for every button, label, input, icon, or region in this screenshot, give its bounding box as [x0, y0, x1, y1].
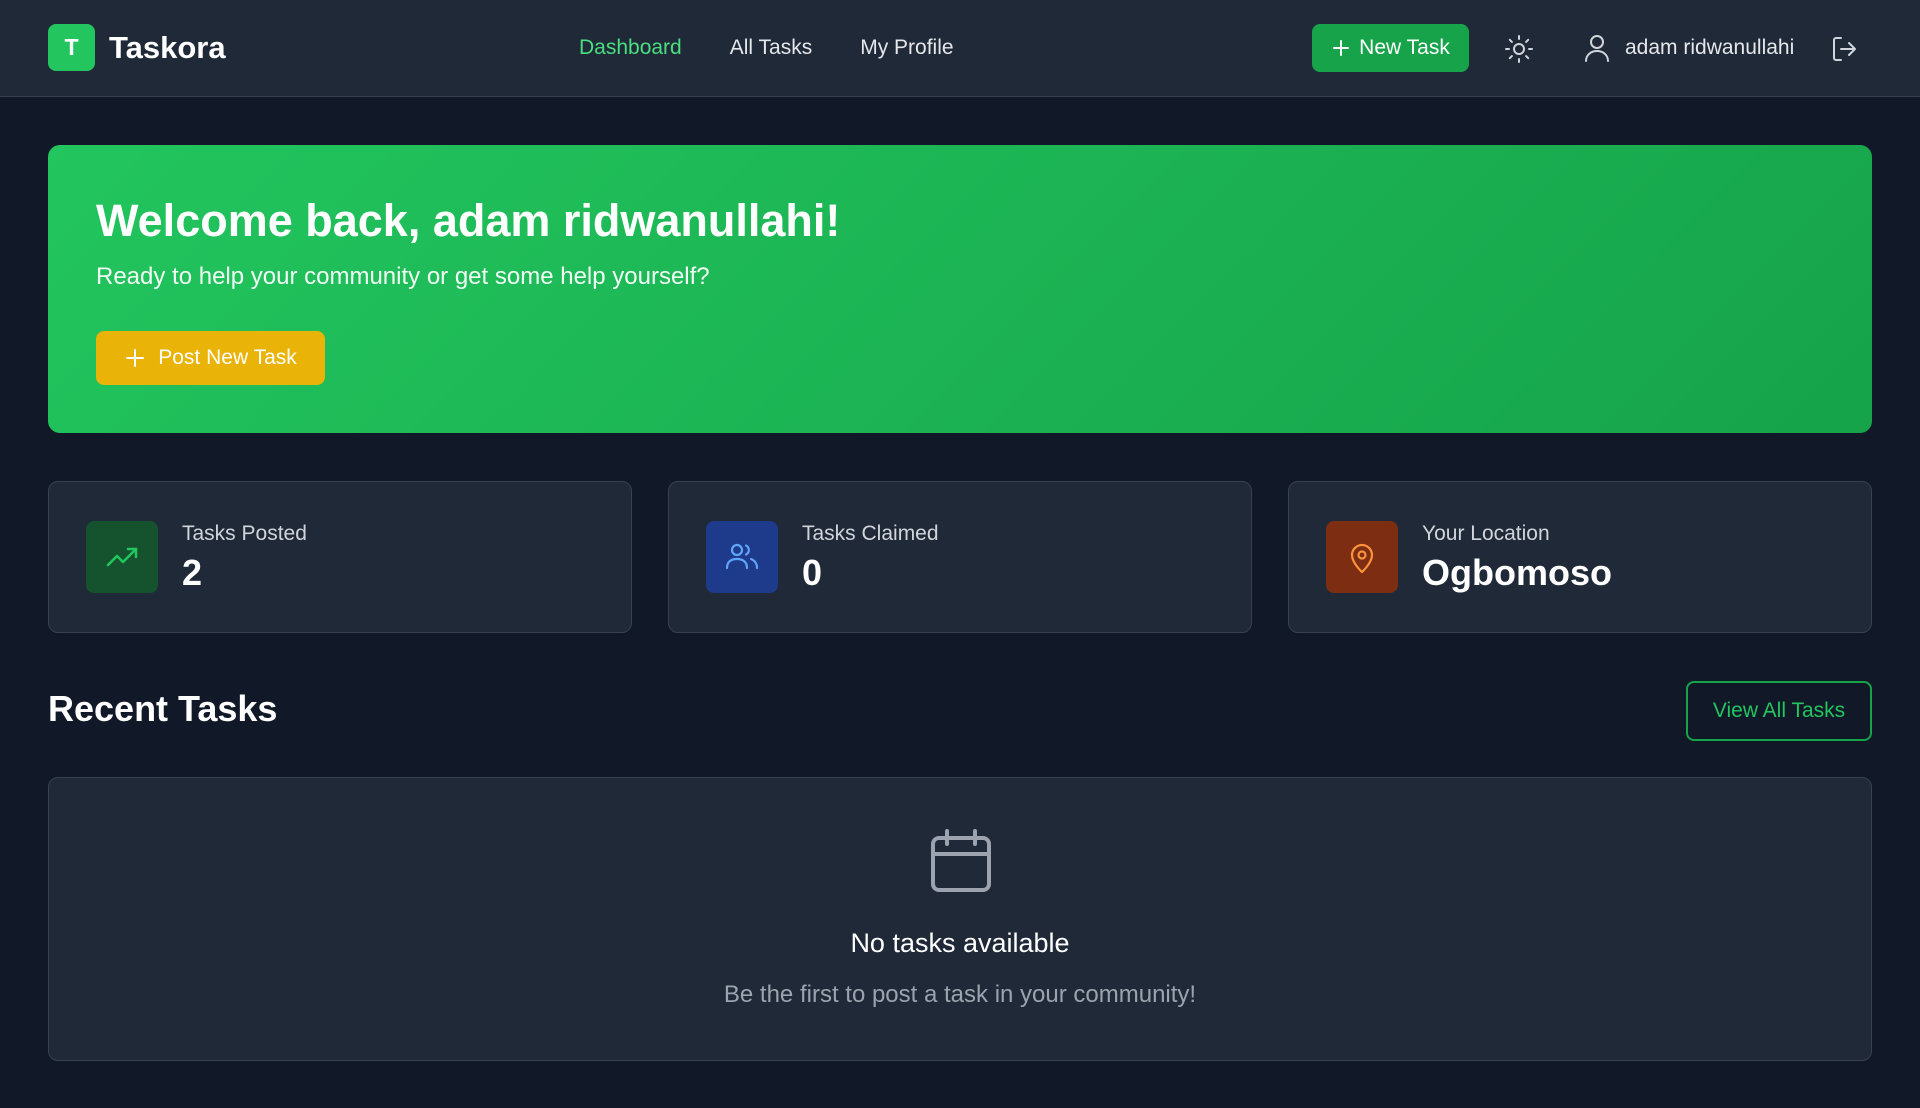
- users-icon: [706, 521, 778, 593]
- welcome-subtitle: Ready to help your community or get some…: [96, 263, 710, 290]
- stat-card-tasks-posted: Tasks Posted 2: [48, 481, 632, 633]
- stat-card-location: Your Location Ogbomoso: [1288, 481, 1872, 633]
- recent-tasks-title: Recent Tasks: [48, 688, 278, 729]
- trending-up-icon: [86, 521, 158, 593]
- welcome-banner: Welcome back, adam ridwanullahi! Ready t…: [48, 145, 1872, 433]
- welcome-title: Welcome back, adam ridwanullahi!: [96, 195, 841, 246]
- stat-label: Tasks Claimed: [802, 522, 939, 545]
- nav-all-tasks[interactable]: All Tasks: [730, 36, 812, 60]
- brand-mark: T: [48, 24, 95, 71]
- stat-card-tasks-claimed: Tasks Claimed 0: [668, 481, 1252, 633]
- main-nav: Dashboard All Tasks My Profile: [579, 36, 954, 60]
- empty-state-subtitle: Be the first to post a task in your comm…: [723, 981, 1197, 1008]
- stat-value: 0: [802, 552, 823, 593]
- stat-value: Ogbomoso: [1422, 552, 1612, 593]
- nav-my-profile[interactable]: My Profile: [860, 36, 953, 60]
- calendar-icon: [931, 829, 991, 892]
- theme-toggle-button[interactable]: [1503, 33, 1535, 65]
- plus-icon: [1333, 40, 1350, 56]
- empty-tasks-panel: No tasks available Be the first to post …: [48, 777, 1872, 1061]
- post-new-task-label: Post New Task: [158, 346, 297, 369]
- user-menu[interactable]: adam ridwanullahi: [1583, 33, 1794, 63]
- brand-name: Taskora: [109, 29, 226, 65]
- map-pin-icon: [1326, 521, 1398, 593]
- view-all-tasks-button[interactable]: View All Tasks: [1686, 681, 1872, 741]
- empty-state-title: No tasks available: [850, 928, 1070, 958]
- stat-label: Your Location: [1422, 522, 1550, 545]
- stat-value: 2: [182, 552, 203, 593]
- top-navbar: T Taskora Dashboard All Tasks My Profile…: [0, 0, 1920, 97]
- new-task-button[interactable]: New Task: [1312, 24, 1469, 72]
- logout-button[interactable]: [1829, 33, 1861, 65]
- new-task-label: New Task: [1359, 36, 1450, 59]
- user-name: adam ridwanullahi: [1625, 36, 1795, 59]
- nav-dashboard[interactable]: Dashboard: [579, 36, 682, 60]
- post-new-task-button[interactable]: Post New Task: [96, 331, 325, 385]
- stat-label: Tasks Posted: [182, 522, 307, 545]
- sun-icon: [1505, 35, 1533, 63]
- logout-icon: [1833, 37, 1856, 61]
- user-icon: [1585, 35, 1609, 62]
- brand-logo[interactable]: T Taskora: [48, 24, 226, 71]
- plus-icon: [126, 349, 145, 367]
